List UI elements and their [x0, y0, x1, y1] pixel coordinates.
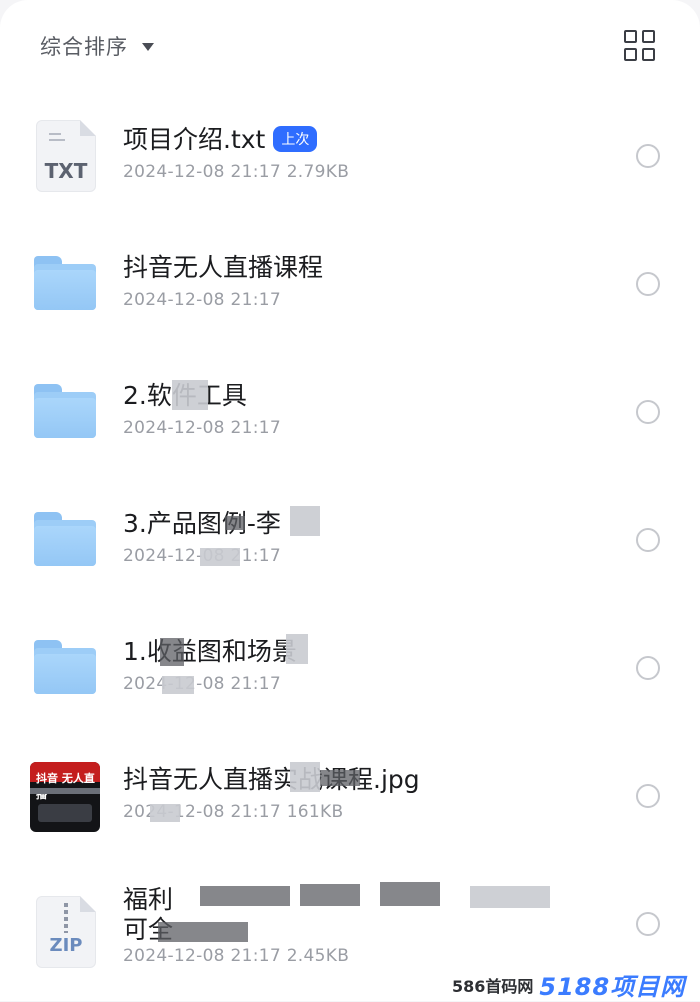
file-meta: 2024-12-08 21:17 2.45KB	[123, 946, 350, 966]
sort-dropdown[interactable]: 综合排序	[40, 30, 154, 62]
mosaic-blur	[200, 548, 240, 566]
select-radio[interactable]	[636, 272, 660, 296]
txt-file-icon: TXT	[36, 120, 96, 192]
mosaic-blur	[158, 922, 248, 942]
mosaic-blur	[150, 804, 180, 822]
grid-view-icon[interactable]	[624, 30, 656, 62]
watermark-text: 586首码网	[452, 976, 534, 996]
folder-meta: 2024-12-08 21:17	[123, 418, 281, 438]
folder-meta: 2024-12-08 21:17	[123, 290, 281, 310]
folder-name: 3.产品图例-李	[123, 509, 281, 538]
select-radio[interactable]	[636, 656, 660, 680]
last-opened-badge: 上次	[273, 126, 318, 152]
file-meta: 2024-12-08 21:17 2.79KB	[123, 162, 350, 182]
mosaic-blur	[290, 762, 320, 792]
caret-down-icon	[142, 43, 154, 51]
folder-name: 1.收益图和场景	[123, 637, 297, 666]
zip-file-icon: ZIP	[36, 896, 96, 968]
select-radio[interactable]	[636, 784, 660, 808]
folder-meta: 2024-12-08 21:17	[123, 674, 281, 694]
mosaic-blur	[160, 638, 184, 666]
file-list-panel: 综合排序 TXT 项目介绍.txt 上次 2024-12-08 21:17 2.7…	[0, 0, 700, 1001]
folder-name: 抖音无人直播课程	[123, 253, 324, 282]
select-radio[interactable]	[636, 912, 660, 936]
sort-label: 综合排序	[40, 35, 128, 59]
file-name: 抖音无人直播实战课程.jpg	[123, 765, 420, 794]
select-radio[interactable]	[636, 400, 660, 424]
image-file-row[interactable]: 抖音 无人直播 抖音无人直播实战课程.jpg 2024-12-08 21:17 …	[0, 732, 700, 860]
folder-row[interactable]: 2.软件工具 2024-12-08 21:17	[0, 348, 700, 476]
list-header: 综合排序	[0, 0, 700, 92]
mosaic-blur	[290, 506, 320, 536]
watermark-logo: 5188项目网	[539, 973, 686, 1001]
mosaic-blur	[380, 882, 440, 906]
mosaic-blur	[300, 884, 360, 906]
image-thumbnail: 抖音 无人直播	[30, 762, 100, 832]
mosaic-blur	[225, 516, 245, 530]
file-row-txt[interactable]: TXT 项目介绍.txt 上次 2024-12-08 21:17 2.79KB	[0, 92, 700, 220]
mosaic-blur	[286, 634, 308, 664]
mosaic-blur	[200, 886, 290, 906]
select-radio[interactable]	[636, 144, 660, 168]
mosaic-blur	[172, 380, 208, 410]
mosaic-blur	[470, 886, 550, 908]
watermark: 586首码网 5188项目网	[452, 968, 700, 1001]
folder-row[interactable]: 3.产品图例-李 2024-12-08 21:17	[0, 476, 700, 604]
folder-row[interactable]: 1.收益图和场景 2024-12-08 21:17	[0, 604, 700, 732]
mosaic-blur	[320, 770, 360, 786]
file-name: 项目介绍.txt 上次	[123, 120, 318, 156]
folder-row[interactable]: 抖音无人直播课程 2024-12-08 21:17	[0, 220, 700, 348]
mosaic-blur	[162, 676, 194, 694]
select-radio[interactable]	[636, 528, 660, 552]
